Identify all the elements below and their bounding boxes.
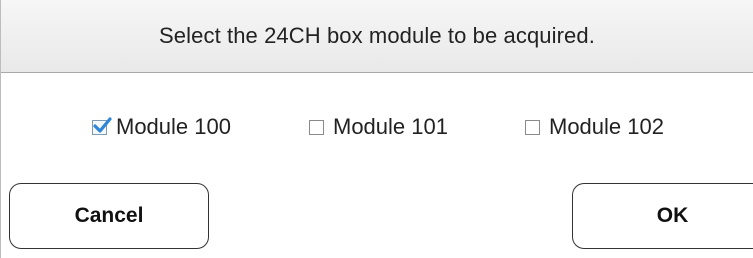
- module-100-checkbox[interactable]: [92, 116, 112, 135]
- cancel-button[interactable]: Cancel: [9, 183, 209, 249]
- dialog-title-bar: Select the 24CH box module to be acquire…: [1, 0, 753, 73]
- module-102-checkbox[interactable]: [525, 119, 540, 135]
- module-101-checkbox[interactable]: [309, 119, 324, 135]
- ok-button[interactable]: OK: [572, 183, 753, 249]
- checkmark-icon: [93, 116, 112, 133]
- module-option-100[interactable]: Module 100: [92, 110, 231, 144]
- module-option-101[interactable]: Module 101: [309, 110, 448, 144]
- module-option-102[interactable]: Module 102: [525, 110, 664, 144]
- module-100-label: Module 100: [116, 114, 231, 139]
- module-options: Module 100 Module 101 Module 102: [1, 110, 753, 144]
- module-select-dialog: Select the 24CH box module to be acquire…: [0, 0, 753, 258]
- dialog-title: Select the 24CH box module to be acquire…: [159, 23, 595, 48]
- module-102-label: Module 102: [549, 114, 664, 139]
- module-101-label: Module 101: [333, 114, 448, 139]
